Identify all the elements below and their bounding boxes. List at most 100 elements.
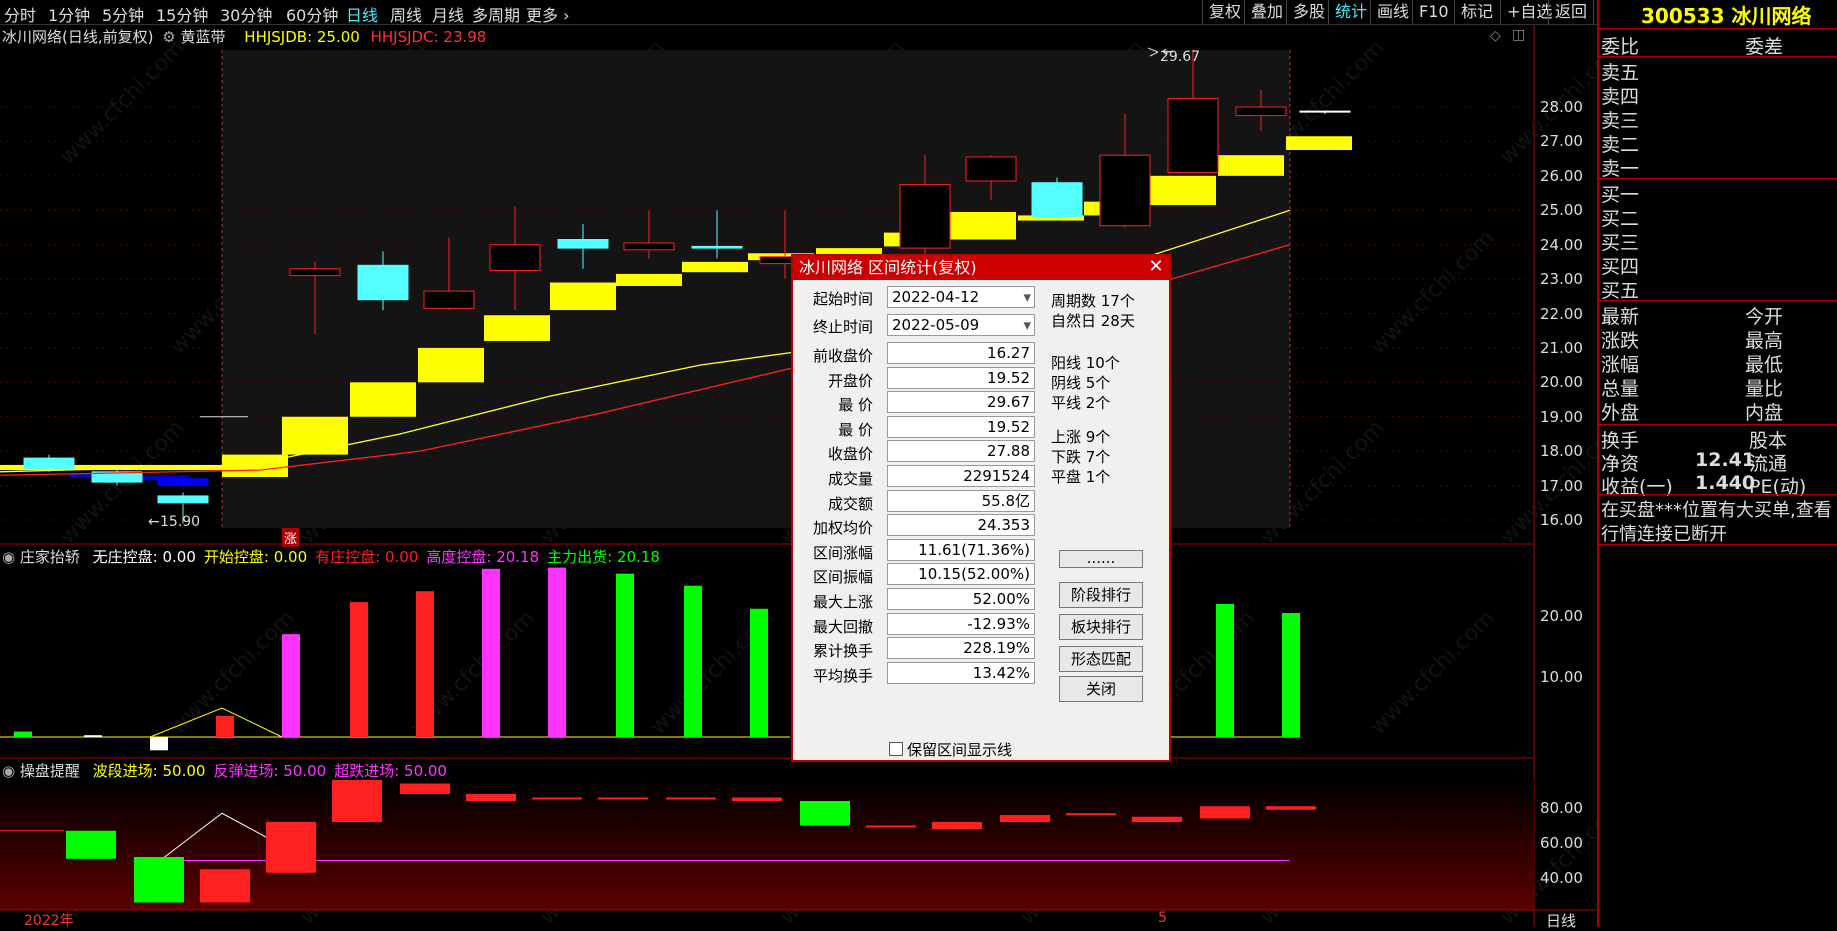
low-price-label: 15.90 — [160, 514, 200, 530]
x-axis-year: 2022年 — [24, 913, 74, 929]
misc-value: 12.41 — [1695, 449, 1756, 471]
sub1-bar — [1282, 612, 1300, 737]
end-date-value: 2022-05-09 — [892, 316, 980, 334]
stat-label: 成交额 — [827, 494, 873, 513]
candle-body — [157, 495, 209, 504]
summary-stat: 平线 2个 — [1051, 394, 1111, 412]
alert-message[interactable]: 在买盘***位置有大买单,查看 — [1601, 496, 1832, 522]
sell-level-label: 卖一 — [1601, 158, 1640, 180]
sub2-bar — [932, 822, 982, 829]
stage-rank-button[interactable]: 阶段排行 — [1059, 582, 1143, 608]
sub1-bar — [684, 585, 702, 737]
sub2-bar — [200, 869, 250, 903]
stat-label: 区间振幅 — [812, 568, 873, 587]
chevron-down-icon[interactable]: ▾ — [1023, 315, 1031, 335]
y-tick-label: 18.00 — [1540, 442, 1583, 461]
sub1-indicator-value: 无庄控盘: 0.00 — [92, 548, 196, 566]
stat-label: 累计换手 — [812, 642, 873, 661]
end-date-picker[interactable]: 2022-05-09 ▾ — [887, 314, 1035, 336]
summary-stat: 周期数 17个 — [1051, 292, 1135, 310]
yellow-band-segment — [484, 315, 550, 342]
sub1-bar — [282, 634, 300, 737]
sub2-bar — [1266, 806, 1316, 810]
candle-body — [557, 239, 609, 249]
close-button[interactable]: 关闭 — [1059, 676, 1143, 702]
candle-body — [691, 245, 743, 249]
pattern-match-button[interactable]: 形态匹配 — [1059, 646, 1143, 672]
quote-label: 涨跌 — [1601, 330, 1640, 352]
y-tick-label: 19.00 — [1540, 407, 1583, 426]
keep-range-label: 保留区间显示线 — [907, 741, 1013, 759]
range-stats-dialog[interactable]: 冰川网络 区间统计(复权) ✕ 起始时间 2022-04-12 ▾ 终止时间 20… — [791, 254, 1171, 762]
close-icon[interactable]: ✕ — [1147, 258, 1165, 276]
start-date-value: 2022-04-12 — [892, 288, 980, 306]
keep-range-checkbox[interactable] — [889, 742, 903, 756]
candle-body — [23, 457, 75, 469]
candle-body — [489, 244, 541, 271]
sub2-title[interactable]: 操盘提醒 — [20, 762, 80, 780]
stat-value: 19.52 — [887, 415, 1035, 438]
candle-body — [357, 264, 409, 301]
sub2-title-bar: ◉ 操盘提醒 波段进场: 50.00 反弹进场: 50.00 超跌进场: 50.00 — [2, 760, 447, 781]
connection-status: 行情连接已断开 — [1601, 524, 1727, 545]
sub1-bar — [616, 573, 634, 737]
stat-value: 16.27 — [887, 342, 1035, 364]
quote-label: 最高 — [1745, 330, 1784, 352]
summary-stat: 自然日 28天 — [1051, 312, 1135, 330]
y-tick-label: 27.00 — [1540, 132, 1583, 151]
chevron-down-icon[interactable]: ◉ — [2, 548, 15, 566]
sub1-title-bar: ◉ 庄家抬轿 无庄控盘: 0.00 开始控盘: 0.00 有庄控盘: 0.00 高度控… — [2, 546, 660, 567]
quote-label: 内盘 — [1745, 402, 1784, 424]
candle-body — [423, 290, 475, 309]
arrow-left-icon: ← — [1162, 44, 1174, 60]
quote-label: 今开 — [1745, 306, 1784, 328]
x-axis-month: 5 — [1158, 910, 1167, 926]
more-button[interactable]: ...... — [1059, 550, 1143, 568]
rise-mark: 涨 — [282, 528, 300, 547]
quote-label: 量比 — [1745, 378, 1784, 400]
stat-value: 10.15(52.00%) — [887, 563, 1035, 586]
summary-stat: 平盘 1个 — [1051, 468, 1111, 486]
dialog-title[interactable]: 冰川网络 区间统计(复权) — [793, 256, 1169, 280]
sub2-bar — [532, 797, 582, 800]
buy-level-label: 买三 — [1601, 232, 1640, 254]
sub1-title[interactable]: 庄家抬轿 — [20, 548, 80, 566]
yellow-band-segment — [350, 382, 416, 417]
x-axis-period: 日线 — [1546, 912, 1577, 930]
chevron-down-icon[interactable]: ▾ — [1023, 287, 1031, 307]
weibi-label: 委比 — [1601, 36, 1640, 58]
sub1-bar — [750, 608, 768, 737]
stat-label: 最大上涨 — [812, 593, 873, 611]
sub1-bar — [216, 715, 234, 737]
sub2-bar — [66, 830, 116, 859]
sub2-bar — [266, 822, 316, 873]
chevron-down-icon[interactable]: ◉ — [2, 762, 15, 780]
sector-rank-button[interactable]: 板块排行 — [1059, 614, 1143, 640]
sub1-indicator-value: 高度控盘: 20.18 — [426, 548, 540, 566]
sub2-bar — [134, 857, 184, 903]
stat-value: 24.353 — [887, 514, 1035, 537]
buy-level-label: 买五 — [1601, 280, 1640, 302]
yellow-band-segment — [616, 273, 682, 286]
quote-label: 总量 — [1601, 378, 1640, 400]
yellow-band-segment — [282, 416, 348, 455]
sub1-bar — [482, 568, 500, 737]
sell-level-label: 卖四 — [1601, 86, 1640, 108]
sub1-bar — [14, 731, 32, 737]
sub2-bar — [1000, 815, 1050, 822]
stat-value: 29.67 — [887, 391, 1035, 414]
stock-code-name: 300533 冰川网络 — [1599, 0, 1837, 29]
start-date-picker[interactable]: 2022-04-12 ▾ — [887, 286, 1035, 308]
stat-label: 最大回撤 — [812, 617, 873, 636]
stat-label: 前收盘价 — [812, 347, 873, 365]
stat-label: 最 价 — [838, 420, 873, 439]
candle-body — [1299, 110, 1351, 113]
sell-level-label: 卖二 — [1601, 134, 1640, 156]
sub1-bar — [416, 591, 434, 737]
start-time-label: 起始时间 — [812, 290, 873, 308]
sub1-indicator-value: 开始控盘: 0.00 — [203, 548, 308, 566]
y-tick-label: 25.00 — [1540, 201, 1583, 220]
candle-body — [623, 242, 675, 251]
sub2-indicator-value: 波段进场: 50.00 — [92, 762, 206, 780]
quote-label: 最新 — [1601, 306, 1640, 328]
